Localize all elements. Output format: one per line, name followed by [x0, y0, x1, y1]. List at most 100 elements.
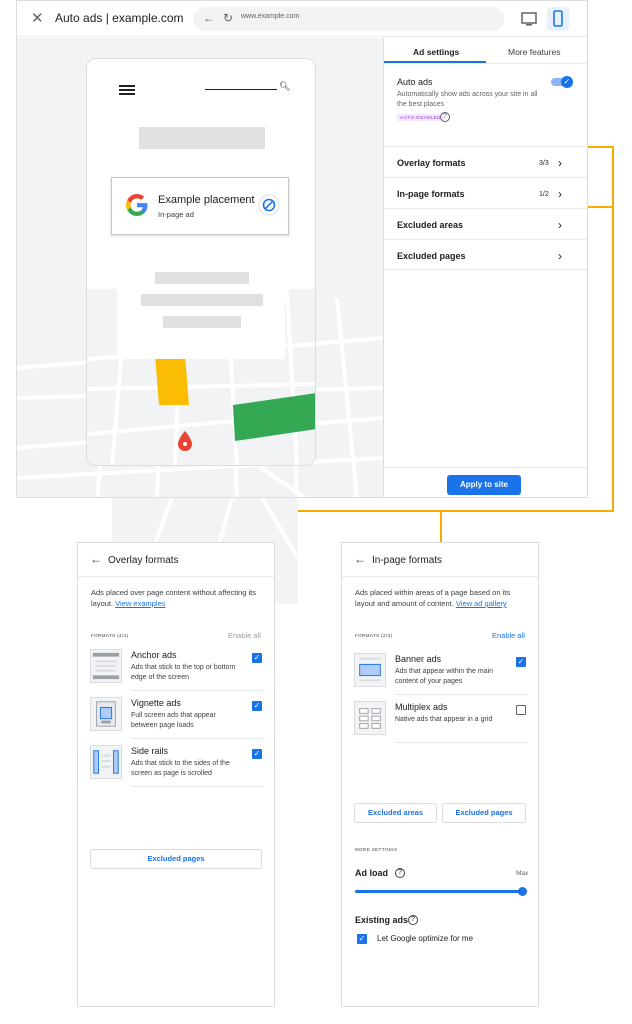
ad-load-slider[interactable]	[355, 887, 527, 896]
divider	[395, 742, 528, 743]
overlay-formats-card: ← Overlay formats Ads placed over page c…	[77, 542, 275, 1007]
side-rails-checkbox[interactable]: ✓	[252, 749, 262, 759]
in-page-formats-card: ← In-page formats Ads placed within area…	[341, 542, 539, 1007]
format-anchor-ads[interactable]: Anchor ads Ads that stick to the top or …	[78, 649, 274, 695]
menu-icon[interactable]	[119, 85, 135, 95]
auto-ads-title: Auto ads	[397, 77, 433, 87]
auto-ads-description: Automatically show ads across your site …	[397, 91, 538, 108]
banner-ads-checkbox[interactable]: ✓	[516, 657, 526, 667]
excluded-pages-button[interactable]: Excluded pages	[90, 849, 262, 869]
block-ad-icon[interactable]	[258, 194, 280, 216]
view-ad-gallery-link[interactable]: View ad gallery	[456, 599, 507, 608]
format-side-rails[interactable]: Side rails Ads that stick to the sides o…	[78, 745, 274, 791]
card-title: In-page formats	[372, 555, 443, 566]
close-icon[interactable]: ✕	[31, 9, 44, 27]
format-banner-ads[interactable]: Banner ads Ads that appear within the ma…	[342, 653, 538, 699]
format-description: Ads that stick to the top or bottom edge…	[131, 664, 236, 681]
format-name: Side rails	[131, 746, 169, 756]
formats-section-label: FORMATS (2/3)	[355, 633, 393, 638]
chevron-right-icon: ›	[558, 156, 562, 170]
auto-ads-toggle[interactable]: ✓	[551, 76, 573, 88]
placeholder-bar	[139, 127, 265, 149]
back-arrow-icon[interactable]: ←	[203, 11, 215, 25]
placeholder-bar	[155, 272, 249, 284]
reload-icon[interactable]: ↻	[223, 11, 233, 25]
desktop-view-icon[interactable]	[519, 9, 539, 29]
auto-enabled-badge: AUTO-ENABLED	[397, 114, 444, 121]
active-tab-indicator	[384, 61, 486, 63]
multiplex-ads-checkbox[interactable]	[516, 705, 526, 715]
card-description: Ads placed over page content without aff…	[91, 587, 266, 609]
more-settings-label: MORE SETTINGS	[355, 847, 398, 852]
connector-line	[612, 146, 614, 512]
optimize-label: Let Google optimize for me	[377, 934, 474, 943]
optimize-checkbox[interactable]: ✓	[357, 934, 367, 944]
format-description: Ads that stick to the sides of the scree…	[131, 760, 230, 777]
browser-toolbar: ✕ Auto ads | example.com ← ↻ www.example…	[17, 1, 587, 37]
back-arrow-icon[interactable]: ←	[354, 552, 366, 566]
anchor-ads-thumbnail	[90, 649, 122, 683]
divider	[131, 738, 264, 739]
example-placement-card[interactable]: Example placement In-page ad	[111, 177, 289, 235]
help-icon[interactable]: ?	[395, 868, 405, 878]
format-name: Anchor ads	[131, 650, 177, 660]
chevron-right-icon: ›	[558, 187, 562, 201]
help-icon[interactable]: ?	[408, 915, 418, 925]
placeholder-bar	[163, 316, 241, 328]
ad-load-max-label: Max	[516, 870, 529, 877]
format-vignette-ads[interactable]: Vignette ads Full screen ads that appear…	[78, 697, 274, 743]
excluded-pages-button[interactable]: Excluded pages	[442, 803, 526, 823]
panel-tabs: Ad settings More features	[384, 38, 587, 64]
format-description: Full screen ads that appear between page…	[131, 712, 216, 729]
mobile-view-icon	[553, 10, 563, 27]
format-name: Vignette ads	[131, 698, 181, 708]
format-name: Banner ads	[395, 654, 442, 664]
slider-handle[interactable]	[518, 887, 527, 896]
divider	[131, 786, 264, 787]
row-label: Overlay formats	[397, 158, 466, 168]
back-arrow-icon[interactable]: ←	[90, 552, 102, 566]
connector-line	[440, 510, 442, 544]
connector-line	[588, 206, 614, 208]
row-count: 3/3	[539, 160, 549, 167]
placement-subtitle: In-page ad	[158, 210, 194, 219]
vignette-ads-thumbnail	[90, 697, 122, 731]
phone-search-field	[205, 89, 277, 90]
row-overlay-formats[interactable]: Overlay formats 3/3 ›	[384, 146, 587, 177]
url-text: www.example.com	[241, 13, 300, 20]
banner-ads-thumbnail	[354, 653, 386, 687]
format-multiplex-ads[interactable]: Multiplex ads Native ads that appear in …	[342, 701, 538, 747]
ad-load-label: Ad load	[355, 868, 388, 878]
apply-to-site-button[interactable]: Apply to site	[447, 475, 521, 495]
slider-track	[355, 890, 527, 893]
content-card-bg	[117, 255, 285, 359]
existing-ads-label: Existing ads	[355, 915, 409, 925]
card-description: Ads placed within areas of a page based …	[355, 587, 530, 609]
vignette-ads-checkbox[interactable]: ✓	[252, 701, 262, 711]
divider	[395, 694, 528, 695]
tab-more-features[interactable]: More features	[508, 47, 560, 57]
help-icon[interactable]: ?	[440, 112, 450, 122]
divider	[78, 576, 274, 577]
placeholder-bar	[141, 294, 263, 306]
format-name: Multiplex ads	[395, 702, 448, 712]
chevron-right-icon: ›	[558, 249, 562, 263]
enable-all-link[interactable]: Enable all	[492, 631, 525, 640]
row-label: Excluded areas	[397, 220, 464, 230]
excluded-areas-button[interactable]: Excluded areas	[354, 803, 437, 823]
tab-ad-settings[interactable]: Ad settings	[413, 47, 459, 57]
mobile-view-button[interactable]	[547, 7, 569, 31]
row-in-page-formats[interactable]: In-page formats 1/2 ›	[384, 177, 587, 208]
address-bar[interactable]: ← ↻ www.example.com	[193, 7, 504, 31]
enable-all-link[interactable]: Enable all	[228, 631, 261, 640]
row-excluded-areas[interactable]: Excluded areas ›	[384, 208, 587, 239]
row-label: In-page formats	[397, 189, 465, 199]
card-title: Overlay formats	[108, 555, 179, 566]
multiplex-ads-thumbnail	[354, 701, 386, 735]
anchor-ads-checkbox[interactable]: ✓	[252, 653, 262, 663]
window-title: Auto ads | example.com	[55, 11, 184, 25]
view-examples-link[interactable]: View examples	[115, 599, 165, 608]
row-excluded-pages[interactable]: Excluded pages ›	[384, 239, 587, 270]
browser-window: ✕ Auto ads | example.com ← ↻ www.example…	[16, 0, 588, 498]
chevron-right-icon: ›	[558, 218, 562, 232]
